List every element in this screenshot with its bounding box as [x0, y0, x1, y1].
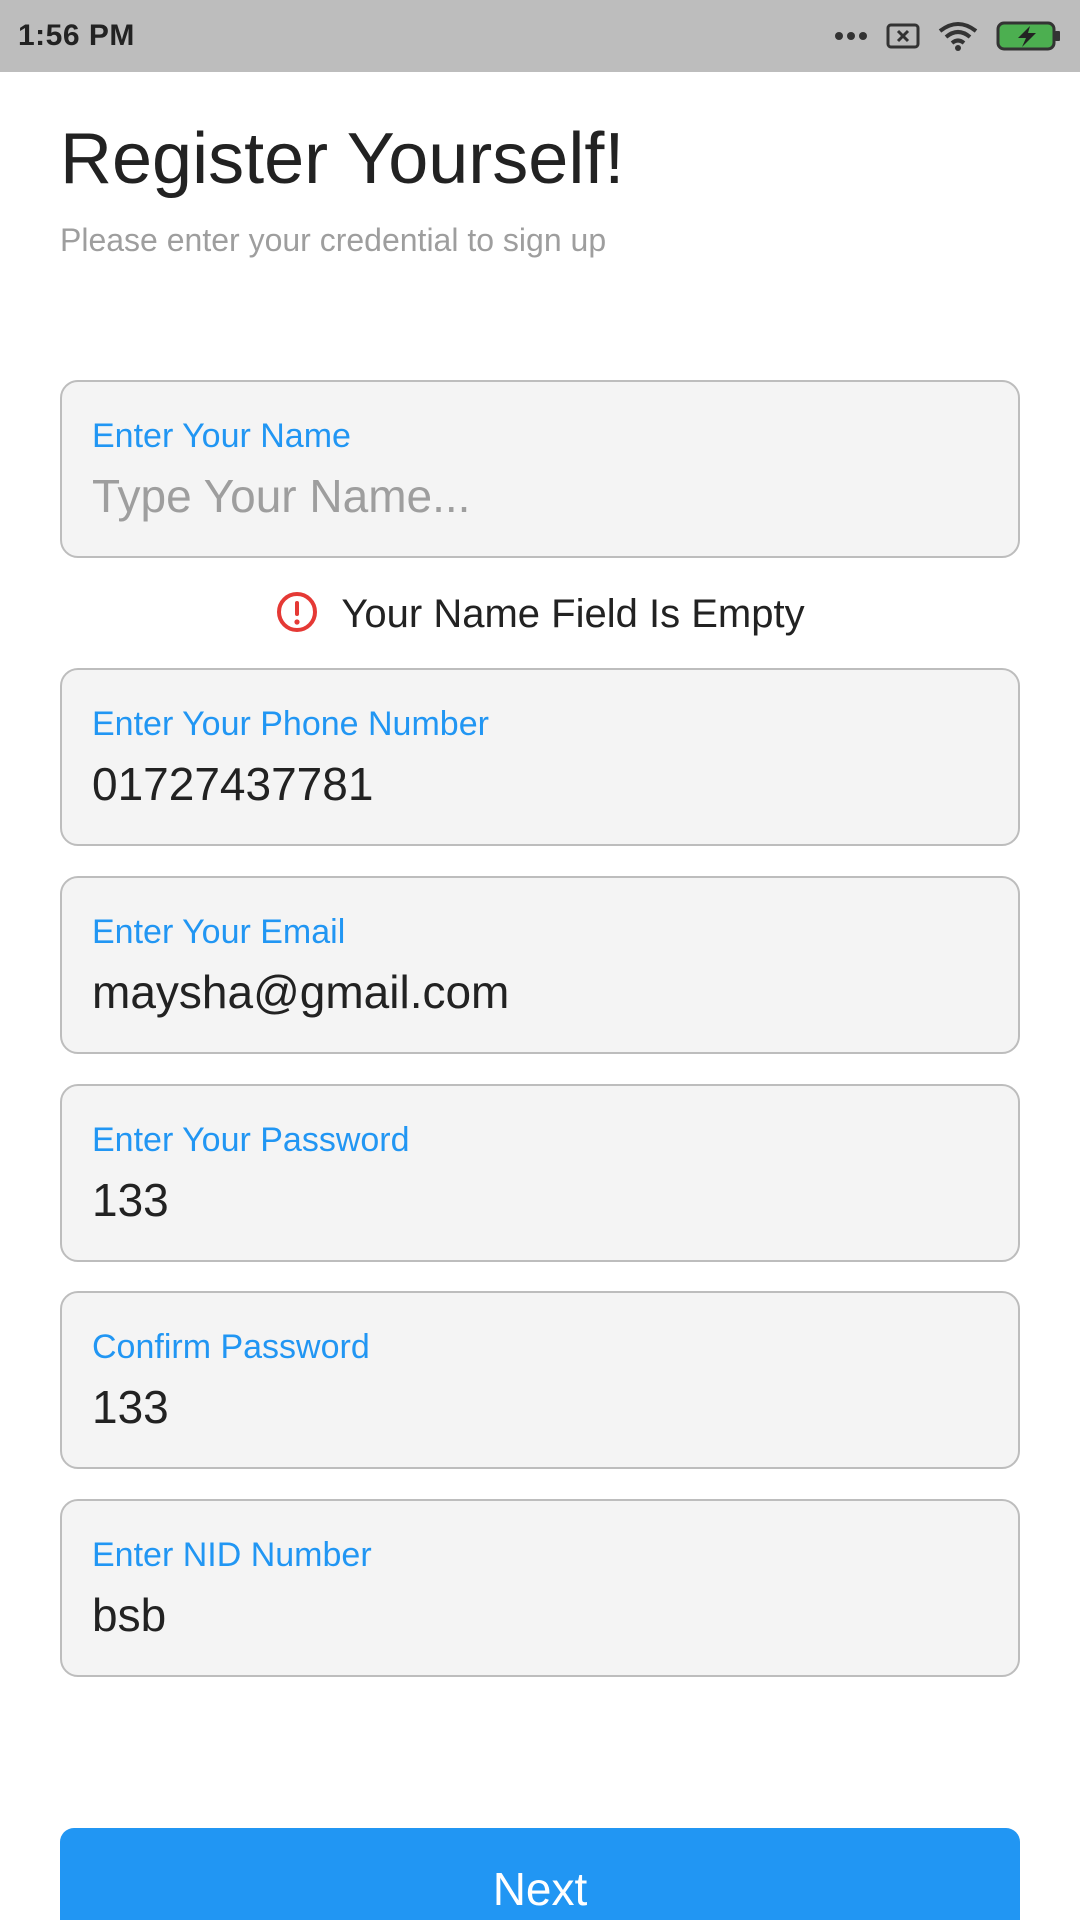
- phone-field-label: Enter Your Phone Number: [92, 705, 489, 743]
- name-input[interactable]: [92, 469, 988, 524]
- next-button[interactable]: Next: [60, 1828, 1020, 1920]
- email-field-label: Enter Your Email: [92, 913, 346, 951]
- status-icons: [834, 20, 1062, 52]
- status-bar: 1:56 PM: [0, 0, 1080, 72]
- status-time: 1:56 PM: [18, 19, 135, 52]
- more-dots-icon: [834, 30, 868, 42]
- password-field-label: Enter Your Password: [92, 1121, 410, 1159]
- password-input[interactable]: [92, 1173, 988, 1228]
- phone-field[interactable]: Enter Your Phone Number: [60, 668, 1020, 846]
- nid-field[interactable]: Enter NID Number: [60, 1499, 1020, 1677]
- name-error: Your Name Field Is Empty: [0, 586, 1080, 642]
- page-subtitle: Please enter your credential to sign up: [60, 222, 607, 258]
- error-icon: [275, 590, 319, 639]
- name-field-label: Enter Your Name: [92, 417, 351, 455]
- wifi-icon: [938, 21, 978, 51]
- email-field[interactable]: Enter Your Email: [60, 876, 1020, 1054]
- phone-input[interactable]: [92, 757, 988, 812]
- email-input[interactable]: [92, 965, 988, 1020]
- confirm-password-field[interactable]: Confirm Password: [60, 1291, 1020, 1469]
- confirm-password-field-label: Confirm Password: [92, 1328, 370, 1366]
- nid-input[interactable]: [92, 1588, 988, 1643]
- page-title: Register Yourself!: [60, 119, 625, 199]
- battery-charging-icon: [996, 20, 1062, 52]
- password-field[interactable]: Enter Your Password: [60, 1084, 1020, 1262]
- error-message: Your Name Field Is Empty: [341, 591, 805, 636]
- nid-field-label: Enter NID Number: [92, 1536, 372, 1574]
- confirm-password-input[interactable]: [92, 1380, 988, 1435]
- name-field[interactable]: Enter Your Name: [60, 380, 1020, 558]
- sim-off-icon: [886, 23, 920, 49]
